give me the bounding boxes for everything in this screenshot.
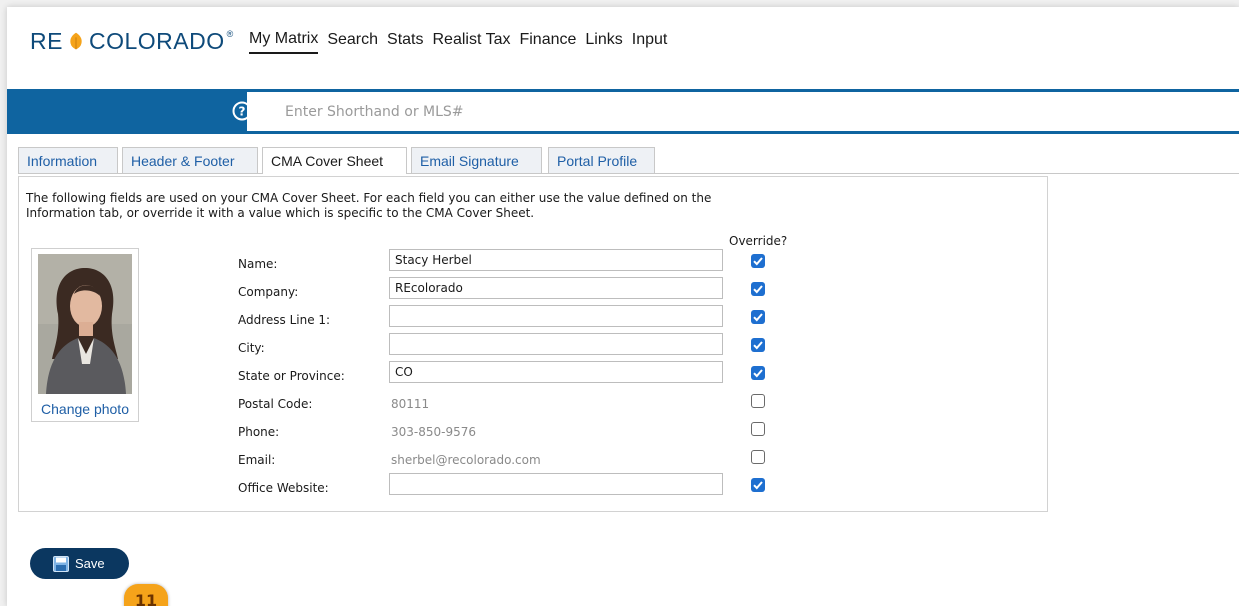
- website-override-checkbox[interactable]: [751, 478, 765, 492]
- nav-input[interactable]: Input: [632, 28, 668, 52]
- postal-code-label: Postal Code:: [238, 397, 313, 411]
- nav-stats[interactable]: Stats: [387, 28, 423, 52]
- postal-code-override-checkbox[interactable]: [751, 394, 765, 408]
- checkmark-icon: [753, 285, 763, 294]
- search-box: [247, 92, 1239, 131]
- checkmark-icon: [753, 481, 763, 490]
- state-label: State or Province:: [238, 369, 345, 383]
- tab-cma-cover-sheet[interactable]: CMA Cover Sheet: [262, 147, 407, 174]
- step-callout-badge: 11: [124, 584, 168, 606]
- phone-value: 303-850-9576: [391, 425, 477, 439]
- recolorado-logo[interactable]: RE COLORADO ®: [30, 28, 234, 54]
- name-override-checkbox[interactable]: [751, 254, 765, 268]
- address-line-1-field[interactable]: [389, 305, 723, 327]
- state-override-checkbox[interactable]: [751, 366, 765, 380]
- svg-text:?: ?: [239, 105, 246, 119]
- save-button-label: Save: [75, 556, 105, 571]
- city-override-checkbox[interactable]: [751, 338, 765, 352]
- office-website-label: Office Website:: [238, 481, 329, 495]
- tab-portal-profile[interactable]: Portal Profile: [548, 147, 655, 173]
- checkmark-icon: [753, 257, 763, 266]
- phone-label: Phone:: [238, 425, 280, 439]
- state-field[interactable]: [389, 361, 723, 383]
- tab-email-signature[interactable]: Email Signature: [411, 147, 542, 173]
- nav-links[interactable]: Links: [585, 28, 622, 52]
- intro-text: The following fields are used on your CM…: [26, 191, 712, 220]
- phone-override-checkbox[interactable]: [751, 422, 765, 436]
- tab-information[interactable]: Information: [18, 147, 118, 173]
- postal-code-value: 80111: [391, 397, 430, 411]
- logo-text-re: RE: [30, 27, 63, 54]
- email-value: sherbel@recolorado.com: [391, 453, 541, 467]
- main-nav: My Matrix Search Stats Realist Tax Finan…: [249, 28, 676, 54]
- company-label: Company:: [238, 285, 299, 299]
- office-website-field[interactable]: [389, 473, 723, 495]
- nav-my-matrix[interactable]: My Matrix: [249, 28, 319, 54]
- nav-finance[interactable]: Finance: [519, 28, 576, 52]
- nav-realist-tax[interactable]: Realist Tax: [433, 28, 511, 52]
- change-photo-link[interactable]: Change photo: [32, 401, 138, 417]
- checkmark-icon: [753, 369, 763, 378]
- name-label: Name:: [238, 257, 278, 271]
- shorthand-search-input[interactable]: [283, 102, 887, 121]
- address-line-1-label: Address Line 1:: [238, 313, 331, 327]
- checkmark-icon: [753, 341, 763, 350]
- override-header: Override?: [729, 234, 788, 248]
- email-override-checkbox[interactable]: [751, 450, 765, 464]
- nav-search[interactable]: Search: [327, 28, 378, 52]
- profile-photo[interactable]: [38, 254, 132, 394]
- city-field[interactable]: [389, 333, 723, 355]
- help-circle-icon[interactable]: ?: [232, 101, 252, 121]
- company-override-checkbox[interactable]: [751, 282, 765, 296]
- profile-photo-box: Change photo: [31, 248, 139, 422]
- logo-text-colorado: COLORADO: [88, 27, 225, 54]
- save-button[interactable]: Save: [30, 548, 129, 579]
- checkmark-icon: [753, 313, 763, 322]
- address-override-checkbox[interactable]: [751, 310, 765, 324]
- aspen-leaf-icon: [70, 32, 82, 50]
- email-label: Email:: [238, 453, 276, 467]
- trademark-symbol: ®: [226, 29, 234, 39]
- city-label: City:: [238, 341, 265, 355]
- name-field[interactable]: [389, 249, 723, 271]
- company-field[interactable]: [389, 277, 723, 299]
- app-window: RE COLORADO ® My Matrix Search Stats Rea…: [7, 7, 1239, 606]
- floppy-disk-icon: [53, 555, 69, 572]
- tab-header-footer[interactable]: Header & Footer: [122, 147, 258, 173]
